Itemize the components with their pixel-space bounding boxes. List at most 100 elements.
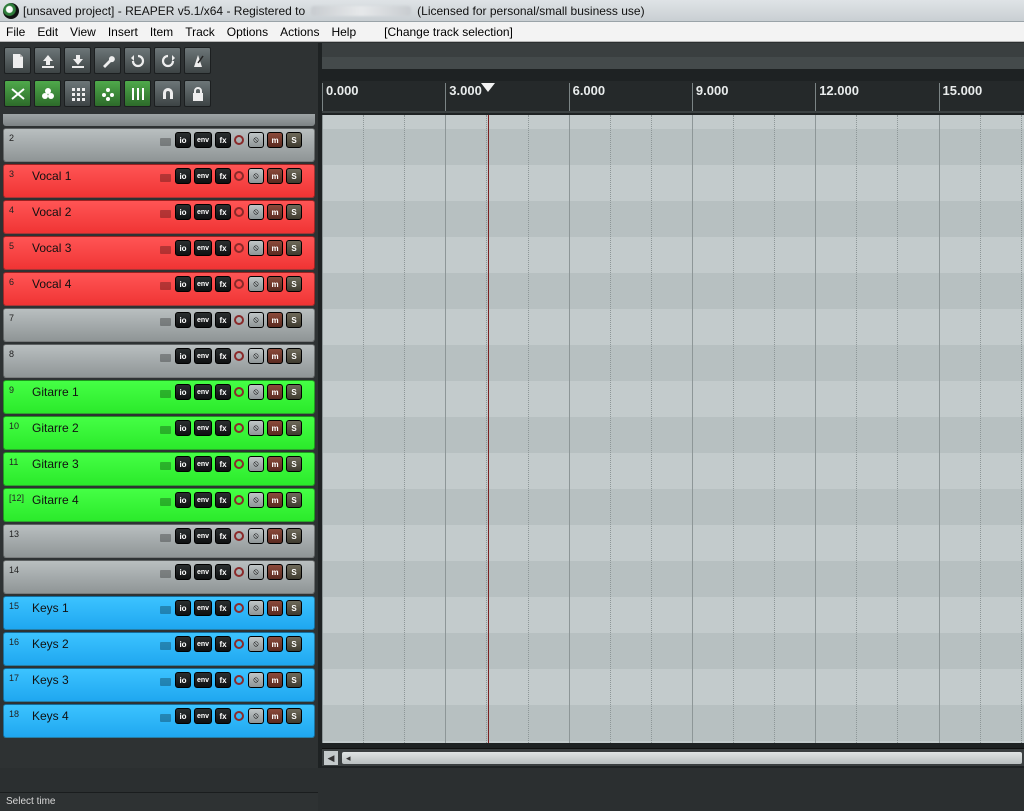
env-button[interactable]: env	[194, 312, 212, 328]
solo-button[interactable]: S	[286, 456, 302, 472]
io-button[interactable]: io	[175, 492, 191, 508]
fx-button[interactable]: fx	[215, 600, 231, 616]
folder-icon[interactable]	[160, 678, 171, 686]
mute-button[interactable]: m	[267, 564, 283, 580]
io-button[interactable]: io	[175, 528, 191, 544]
grid-lines-icon[interactable]	[124, 80, 151, 107]
solo-button[interactable]: S	[286, 492, 302, 508]
env-button[interactable]: env	[194, 240, 212, 256]
mute-button[interactable]: m	[267, 708, 283, 724]
track-lane[interactable]	[322, 561, 1024, 597]
track-lane[interactable]	[322, 669, 1024, 705]
track-row[interactable]: 15 Keys 1 io env fx ⦸ m S	[3, 596, 315, 630]
io-button[interactable]: io	[175, 132, 191, 148]
track-name[interactable]: Vocal 1	[32, 169, 71, 183]
track-lane[interactable]	[322, 345, 1024, 381]
mute-button[interactable]: m	[267, 420, 283, 436]
solo-button[interactable]: S	[286, 240, 302, 256]
io-button[interactable]: io	[175, 348, 191, 364]
phase-invert-icon[interactable]: ⦸	[248, 420, 264, 436]
mute-button[interactable]: m	[267, 492, 283, 508]
folder-icon[interactable]	[160, 138, 171, 146]
track-name[interactable]: Vocal 4	[32, 277, 71, 291]
phase-invert-icon[interactable]: ⦸	[248, 132, 264, 148]
folder-icon[interactable]	[160, 174, 171, 182]
record-arm-icon[interactable]	[234, 531, 244, 541]
phase-invert-icon[interactable]: ⦸	[248, 276, 264, 292]
record-arm-icon[interactable]	[234, 675, 244, 685]
mute-button[interactable]: m	[267, 528, 283, 544]
playhead-marker-icon[interactable]	[481, 83, 496, 92]
mute-button[interactable]: m	[267, 600, 283, 616]
track-row[interactable]: 10 Gitarre 2 io env fx ⦸ m S	[3, 416, 315, 450]
track-lane[interactable]	[322, 273, 1024, 309]
project-settings-icon[interactable]	[94, 47, 121, 74]
fx-button[interactable]: fx	[215, 132, 231, 148]
track-row[interactable]: 4 Vocal 2 io env fx ⦸ m S	[3, 200, 315, 234]
track-row[interactable]: 13 io env fx ⦸ m S	[3, 524, 315, 558]
env-button[interactable]: env	[194, 420, 212, 436]
fx-button[interactable]: fx	[215, 708, 231, 724]
record-arm-icon[interactable]	[234, 603, 244, 613]
phase-invert-icon[interactable]: ⦸	[248, 384, 264, 400]
phase-invert-icon[interactable]: ⦸	[248, 708, 264, 724]
phase-invert-icon[interactable]: ⦸	[248, 168, 264, 184]
env-button[interactable]: env	[194, 528, 212, 544]
io-button[interactable]: io	[175, 204, 191, 220]
io-button[interactable]: io	[175, 276, 191, 292]
track-lane[interactable]	[322, 381, 1024, 417]
folder-icon[interactable]	[160, 642, 171, 650]
track-row[interactable]: 5 Vocal 3 io env fx ⦸ m S	[3, 236, 315, 270]
track-row[interactable]: 3 Vocal 1 io env fx ⦸ m S	[3, 164, 315, 198]
track-row[interactable]: 2 io env fx ⦸ m S	[3, 128, 315, 162]
env-button[interactable]: env	[194, 672, 212, 688]
mute-button[interactable]: m	[267, 672, 283, 688]
track-name[interactable]: Vocal 3	[32, 241, 71, 255]
fx-button[interactable]: fx	[215, 168, 231, 184]
mute-button[interactable]: m	[267, 132, 283, 148]
track-name[interactable]: Gitarre 3	[32, 457, 79, 471]
menu-actions[interactable]: Actions	[274, 25, 325, 39]
phase-invert-icon[interactable]: ⦸	[248, 348, 264, 364]
fx-button[interactable]: fx	[215, 528, 231, 544]
folder-icon[interactable]	[160, 714, 171, 722]
folder-icon[interactable]	[160, 426, 171, 434]
record-arm-icon[interactable]	[234, 171, 244, 181]
timeline-ruler[interactable]: 0.000 3.000 6.000 9.000 12.000 15.000	[322, 81, 1024, 113]
folder-icon[interactable]	[160, 246, 171, 254]
envelope-points-icon[interactable]	[34, 80, 61, 107]
track-name[interactable]: Keys 3	[32, 673, 69, 687]
env-button[interactable]: env	[194, 564, 212, 580]
env-button[interactable]: env	[194, 276, 212, 292]
solo-button[interactable]: S	[286, 312, 302, 328]
io-button[interactable]: io	[175, 384, 191, 400]
track-lane[interactable]	[322, 633, 1024, 669]
menu-change-track-selection[interactable]: [Change track selection]	[378, 25, 519, 39]
menu-item[interactable]: Item	[144, 25, 179, 39]
record-arm-icon[interactable]	[234, 207, 244, 217]
fx-button[interactable]: fx	[215, 564, 231, 580]
env-button[interactable]: env	[194, 456, 212, 472]
solo-button[interactable]: S	[286, 528, 302, 544]
solo-button[interactable]: S	[286, 348, 302, 364]
io-button[interactable]: io	[175, 708, 191, 724]
phase-invert-icon[interactable]: ⦸	[248, 204, 264, 220]
menu-help[interactable]: Help	[325, 25, 362, 39]
folder-icon[interactable]	[160, 318, 171, 326]
menu-edit[interactable]: Edit	[31, 25, 64, 39]
fx-button[interactable]: fx	[215, 420, 231, 436]
record-arm-icon[interactable]	[234, 495, 244, 505]
io-button[interactable]: io	[175, 672, 191, 688]
track-row[interactable]: 17 Keys 3 io env fx ⦸ m S	[3, 668, 315, 702]
redo-icon[interactable]	[154, 47, 181, 74]
fx-button[interactable]: fx	[215, 204, 231, 220]
menu-insert[interactable]: Insert	[102, 25, 144, 39]
io-button[interactable]: io	[175, 564, 191, 580]
track-lanes[interactable]	[322, 115, 1024, 743]
phase-invert-icon[interactable]: ⦸	[248, 240, 264, 256]
track-name[interactable]: Keys 4	[32, 709, 69, 723]
solo-button[interactable]: S	[286, 132, 302, 148]
env-button[interactable]: env	[194, 708, 212, 724]
io-button[interactable]: io	[175, 600, 191, 616]
track-row[interactable]: 11 Gitarre 3 io env fx ⦸ m S	[3, 452, 315, 486]
